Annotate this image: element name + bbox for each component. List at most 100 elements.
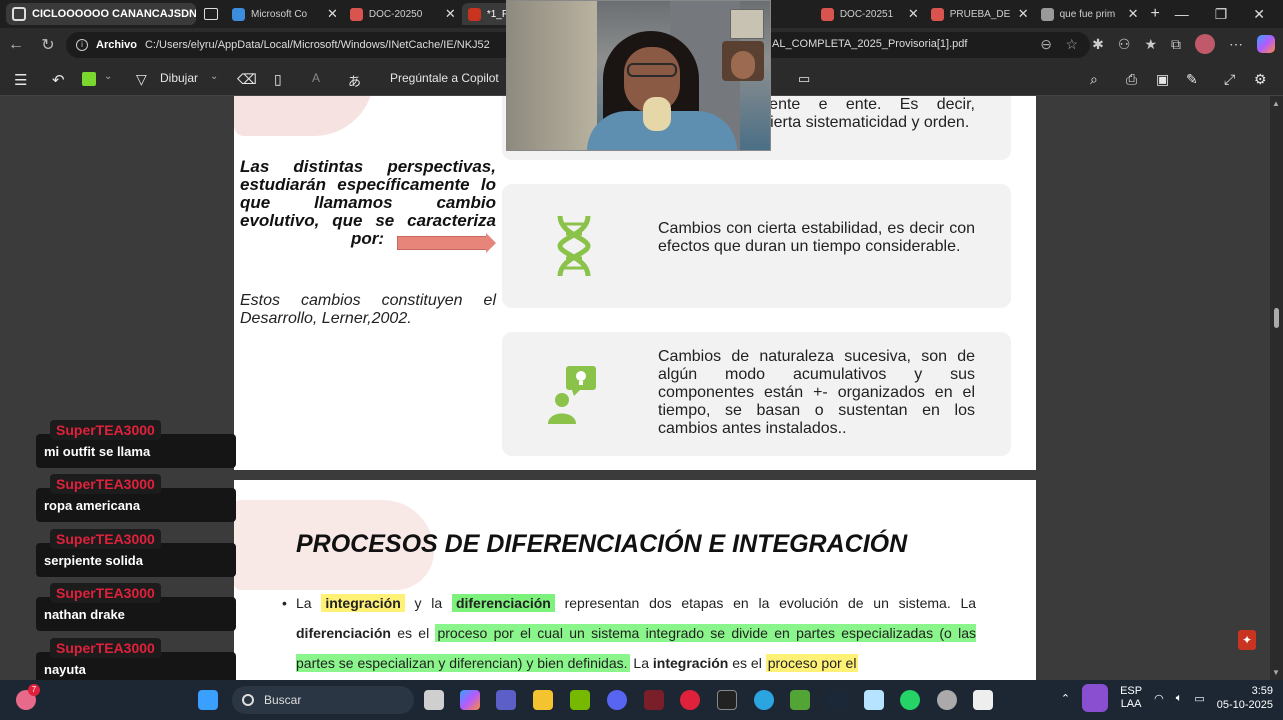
search-icon[interactable]: ⌕ [1090,71,1098,88]
scrollbar-thumb[interactable] [1274,308,1279,328]
whatsapp-icon[interactable] [900,690,920,710]
text-run: es el [397,625,430,641]
close-tab-icon[interactable]: ✕ [908,6,919,22]
split-screen-icon[interactable]: ⧉ [1171,36,1181,53]
epic-games-icon[interactable] [717,690,737,710]
new-tab-button[interactable]: + [1145,3,1166,25]
print-icon[interactable]: ⎙ [1126,71,1137,88]
task-view-icon[interactable] [424,690,444,710]
translate-icon[interactable]: あ [348,71,361,90]
chat-username: SuperTEA3000 [50,529,161,549]
app-icon[interactable] [644,690,664,710]
profile-avatar[interactable] [1195,34,1215,54]
media-player-icon[interactable] [680,690,700,710]
undo-icon[interactable]: ↶ [52,71,65,89]
highlight-yellow-long: proceso por el [765,654,859,672]
tab-1[interactable]: DOC-20250 ✕ [344,3,462,25]
notepad-icon[interactable] [864,690,884,710]
language-indicator[interactable]: ESP LAA [1120,685,1142,711]
arrow-head-shape [486,233,496,253]
close-window-icon[interactable]: ✕ [1253,6,1265,23]
favorites-icon[interactable]: ★ [1144,36,1157,53]
vertical-scrollbar[interactable]: ▲ ▼ [1270,96,1283,680]
minecraft-icon[interactable] [790,690,810,710]
draw-icon[interactable]: ▽ [136,71,147,88]
text-run: La [296,595,312,611]
draw-button[interactable]: Dibujar [160,71,198,85]
nvidia-icon[interactable] [570,690,590,710]
pdf-document-area[interactable]: Las distintas perspectivas, estudiarán e… [0,96,1270,680]
save-as-icon[interactable]: ✎ [1186,71,1198,88]
text-run-bold: integración [652,655,729,671]
webcam-person-hand [643,97,671,131]
page-view-icon[interactable]: ▯ [274,71,282,88]
perspectives-text-body: Las distintas perspectivas, estudiarán e… [240,157,496,230]
ask-copilot-button[interactable]: Pregúntale a Copilot [390,71,499,85]
taskbar-search[interactable]: Buscar [232,686,414,714]
scroll-down-icon[interactable]: ▼ [1272,668,1280,677]
fullscreen-icon[interactable]: ⤢ [1224,71,1235,88]
tab-actions-icon[interactable] [204,8,218,20]
refresh-icon[interactable]: ↻ [32,35,64,55]
draw-menu-chevron-icon[interactable]: ⌄ [210,71,218,82]
chatgpt-icon[interactable] [937,690,957,710]
file-explorer-icon[interactable] [533,690,553,710]
tab-title: que fue prim [1059,8,1116,20]
snipping-tool-icon[interactable] [973,690,993,710]
edge-icon[interactable] [754,690,774,710]
tab-3[interactable]: DOC-20251 ✕ [815,3,925,25]
two-page-icon[interactable]: ▭ [798,71,810,87]
microphone-icon[interactable] [1082,684,1109,712]
close-tab-icon[interactable]: ✕ [327,6,338,22]
tab-4[interactable]: PRUEBA_DE ✕ [925,3,1035,25]
person-idea-icon [548,366,596,424]
highlight-icon[interactable] [82,72,96,86]
chat-message: SuperTEA3000 serpiente solida [36,529,236,577]
info-icon[interactable]: i [76,39,88,51]
pdf-settings-icon[interactable]: ⚙ [1254,71,1267,88]
workspace-button[interactable]: CICLOOOOOO CANANCAJSDNA [6,3,196,25]
show-hidden-icons-icon[interactable]: ⌃ [1061,692,1070,705]
text-run: es el [732,655,762,671]
chat-message: SuperTEA3000 ropa americana [36,474,236,522]
copilot-app-icon[interactable] [460,690,480,710]
text-run-bold: diferenciación [296,625,391,641]
volume-icon[interactable]: 🔈︎ [1176,692,1183,705]
minimize-icon[interactable]: — [1175,6,1189,23]
tab-0[interactable]: Microsoft Co ✕ [226,3,344,25]
start-icon[interactable] [198,690,218,710]
extensions-icon[interactable]: ✱ [1092,36,1104,53]
steam-icon[interactable] [827,690,847,710]
citation-text: Estos cambios constituyen el Desarrollo,… [240,292,496,327]
eraser-icon[interactable]: ⌫ [237,71,257,88]
clock[interactable]: 3:59 05-10-2025 [1217,684,1273,712]
battery-icon[interactable]: ▭ [1194,692,1204,705]
close-tab-icon[interactable]: ✕ [1018,6,1029,22]
scroll-up-icon[interactable]: ▲ [1272,99,1280,108]
discord-icon[interactable] [607,690,627,710]
close-tab-icon[interactable]: ✕ [1128,6,1139,22]
zoom-icon[interactable]: ⊖ [1040,36,1052,53]
acrobat-icon[interactable]: ✦ [1238,630,1256,650]
microsoft-favicon-icon [232,7,245,21]
read-aloud-button[interactable]: A [312,71,320,85]
more-options-icon[interactable]: ⋯ [1229,36,1243,53]
wifi-icon[interactable]: ◠ [1154,692,1164,705]
maximize-icon[interactable]: ❐ [1215,6,1228,23]
collections-icon[interactable]: ⚇ [1118,36,1131,53]
webcam-picture-frame [730,9,764,39]
url-text: C:/Users/elyru/AppData/Local/Microsoft/W… [144,39,490,51]
highlight-menu-chevron-icon[interactable]: ⌄ [104,71,112,82]
windows-taskbar: 7 Buscar ⌃ ESP LAA ◠ 🔈︎ ▭ 3:59 05-10-202… [0,680,1283,720]
teams-icon[interactable] [496,690,516,710]
decorative-brush-stroke [234,96,374,136]
tab-5[interactable]: que fue prim ✕ [1035,3,1145,25]
back-icon[interactable]: ← [0,36,32,54]
search-icon [242,694,254,706]
close-tab-icon[interactable]: ✕ [445,6,456,22]
section-heading: PROCESOS DE DIFERENCIACIÓN E INTEGRACIÓN [296,530,908,558]
favorite-star-icon[interactable]: ☆ [1065,36,1078,53]
contents-icon[interactable]: ☰ [14,71,27,89]
copilot-icon[interactable] [1257,35,1275,53]
save-icon[interactable]: ▣ [1156,71,1169,88]
